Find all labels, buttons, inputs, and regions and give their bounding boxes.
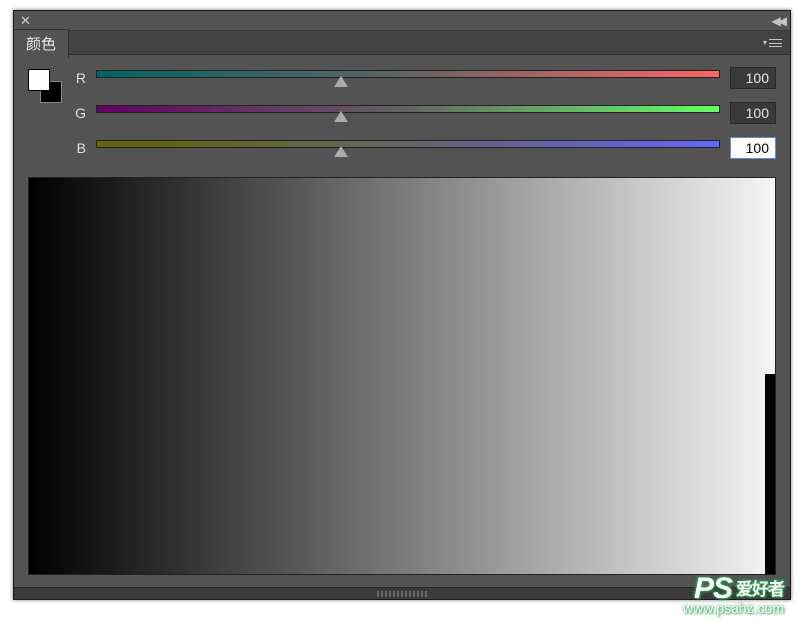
color-panel: ✕ ◀◀ 颜色 ▾ R [13, 10, 791, 600]
tab-color[interactable]: 颜色 [14, 29, 69, 58]
b-label: B [72, 140, 86, 156]
r-slider[interactable] [96, 70, 720, 86]
g-label: G [72, 105, 86, 121]
r-value-input[interactable] [730, 67, 776, 89]
collapse-icon[interactable]: ◀◀ [772, 14, 784, 28]
close-icon[interactable]: ✕ [20, 14, 31, 27]
b-value-input[interactable] [730, 137, 776, 159]
color-spectrum[interactable] [28, 177, 776, 575]
g-value-input[interactable] [730, 102, 776, 124]
tab-bar: 颜色 ▾ [14, 31, 790, 55]
color-swatch[interactable] [28, 69, 62, 103]
g-slider-row: G [72, 102, 776, 124]
r-label: R [72, 70, 86, 86]
b-slider-row: B [72, 137, 776, 159]
watermark-url: www.psahz.com [683, 600, 784, 616]
b-slider[interactable] [96, 140, 720, 156]
slider-thumb-icon[interactable] [334, 146, 348, 157]
panel-content: R G B [14, 55, 790, 575]
panel-menu-button[interactable]: ▾ [755, 38, 790, 47]
grip-icon [377, 591, 427, 597]
slider-thumb-icon[interactable] [334, 76, 348, 87]
foreground-swatch[interactable] [28, 69, 50, 91]
panel-resize-bar[interactable] [14, 587, 790, 599]
slider-thumb-icon[interactable] [334, 111, 348, 122]
panel-top-bar: ✕ ◀◀ [14, 11, 790, 31]
g-slider[interactable] [96, 105, 720, 121]
r-slider-row: R [72, 67, 776, 89]
